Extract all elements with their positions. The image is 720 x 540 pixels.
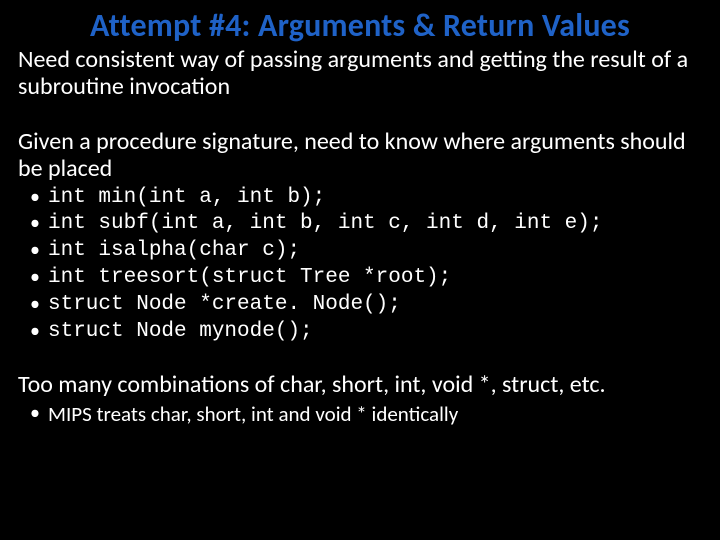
code-item: int treesort(struct Tree *root); (48, 265, 702, 292)
slide: Attempt #4: Arguments & Return Values Ne… (0, 0, 720, 540)
slide-title: Attempt #4: Arguments & Return Values (18, 6, 702, 45)
sub-item: MIPS treats char, short, int and void * … (48, 401, 702, 427)
code-item: int min(int a, int b); (48, 185, 702, 212)
code-item: struct Node *create. Node(); (48, 292, 702, 319)
code-item: int isalpha(char c); (48, 238, 702, 265)
code-item: int subf(int a, int b, int c, int d, int… (48, 211, 702, 238)
code-signature-list: int min(int a, int b); int subf(int a, i… (18, 185, 702, 346)
code-item: struct Node mynode(); (48, 319, 702, 346)
intro-paragraph: Need consistent way of passing arguments… (18, 47, 702, 101)
signature-paragraph: Given a procedure signature, need to kno… (18, 129, 702, 183)
combinations-paragraph: Too many combinations of char, short, in… (18, 372, 702, 399)
mips-note-list: MIPS treats char, short, int and void * … (18, 401, 702, 427)
